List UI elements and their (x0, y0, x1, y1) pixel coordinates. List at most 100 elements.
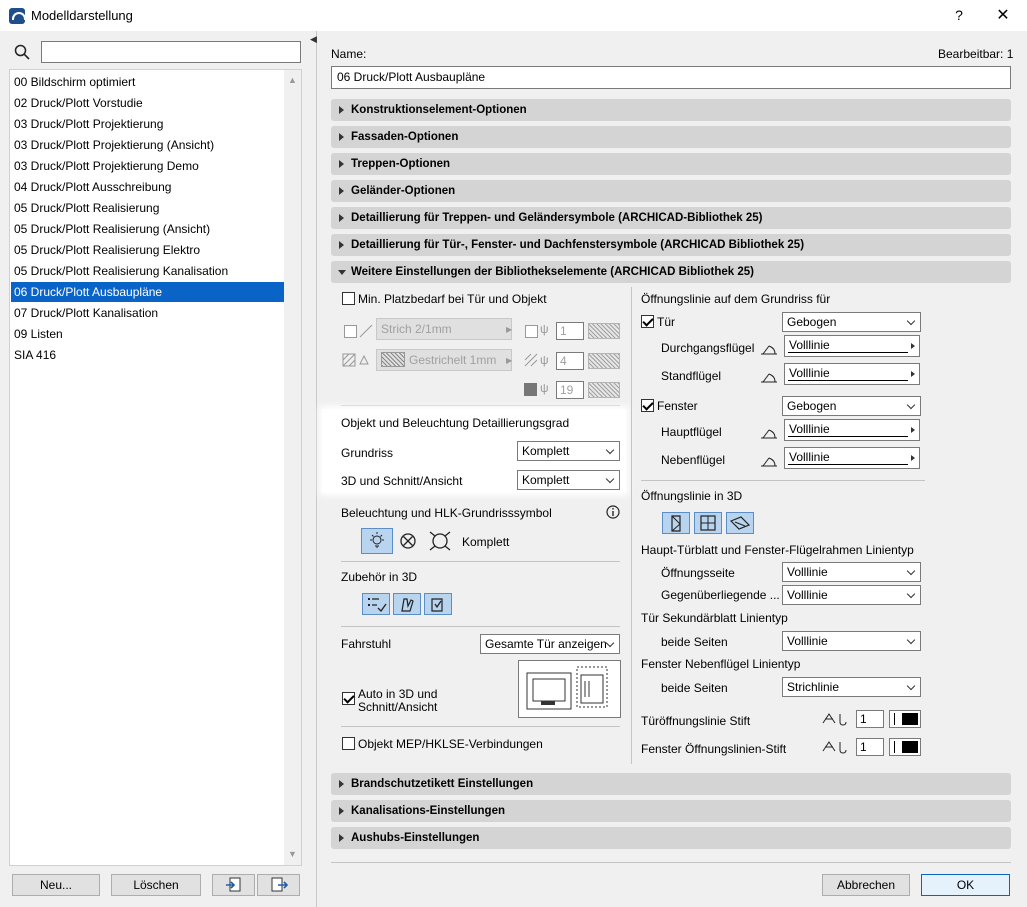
list-scrollbar[interactable]: ▲ ▼ (284, 70, 301, 865)
preset-list-item[interactable]: 06 Druck/Plott Ausbaupläne (11, 282, 284, 302)
opening-arc-icon (761, 457, 777, 467)
section-brandschutz[interactable]: Brandschutzetikett Einstellungen (331, 773, 1011, 795)
fahrstuhl-label: Fahrstuhl (341, 637, 392, 651)
preset-list-item[interactable]: 05 Druck/Plott Realisierung (11, 198, 284, 218)
pen-color-3-icon[interactable] (588, 382, 620, 398)
name-field[interactable]: 06 Druck/Plott Ausbaupläne (331, 66, 1011, 89)
section-aushub[interactable]: Aushubs-Einstellungen (331, 827, 1011, 849)
lighting-cross-icon[interactable] (399, 532, 417, 550)
section-gelaender[interactable]: Geländer-Optionen (331, 180, 1011, 202)
preset-list-item[interactable]: 05 Druck/Plott Realisierung Elektro (11, 240, 284, 260)
neben-linetype[interactable]: Volllinie (784, 447, 920, 469)
cancel-button[interactable]: Abbrechen (822, 874, 910, 896)
beide-seiten-2-label: beide Seiten (661, 681, 728, 695)
opening-3d-door-button[interactable] (662, 512, 690, 534)
beide-seiten-1-select[interactable]: Volllinie (782, 631, 921, 651)
line-type-1-select[interactable]: Strich 2/1mm (376, 318, 512, 340)
import-button[interactable] (212, 874, 255, 896)
haupt-linetype[interactable]: Volllinie (784, 419, 920, 441)
search-input[interactable] (41, 41, 301, 63)
preset-list-item[interactable]: 03 Druck/Plott Projektierung Demo (11, 156, 284, 176)
pen-1-field[interactable]: 1 (556, 322, 584, 340)
panel-splitter[interactable] (316, 31, 317, 907)
door-pen-color[interactable] (889, 710, 921, 728)
lighting-lamp-icon[interactable] (428, 530, 452, 552)
schnitt-select[interactable]: Komplett (517, 470, 620, 490)
title-bar (0, 0, 1027, 31)
elevator-icon (526, 666, 608, 710)
hatch-fill-icon (342, 353, 369, 367)
door-label: Tür (657, 315, 675, 329)
lighting-on-button[interactable] (361, 528, 393, 554)
door-checkbox[interactable] (641, 315, 654, 328)
info-icon[interactable] (606, 505, 620, 519)
close-button[interactable]: ✕ (990, 3, 1016, 28)
box-check-icon (431, 598, 443, 612)
preset-list-item[interactable]: 07 Druck/Plott Kanalisation (11, 303, 284, 323)
window-opening-select[interactable]: Gebogen (782, 396, 921, 416)
section-treppen[interactable]: Treppen-Optionen (331, 153, 1011, 175)
lighting-value: Komplett (462, 535, 510, 549)
mep-checkbox[interactable] (342, 737, 355, 750)
preset-list-item[interactable]: SIA 416 (11, 345, 284, 365)
door-pen-field[interactable]: 1 (856, 710, 884, 728)
window-checkbox[interactable] (641, 399, 654, 412)
section-kanalisation[interactable]: Kanalisations-Einstellungen (331, 800, 1011, 822)
stand-linetype[interactable]: Volllinie (784, 363, 920, 385)
pen-3-field[interactable]: 19 (556, 381, 584, 399)
section-tuer-fenster-symbole[interactable]: Detaillierung für Tür-, Fenster- und Dac… (331, 234, 1011, 256)
zubehor-hand-button[interactable] (393, 593, 421, 615)
window-pen-color[interactable] (889, 738, 921, 756)
zubehor-object-button[interactable] (424, 593, 452, 615)
section-konstruktionselement[interactable]: Konstruktionselement-Optionen (331, 99, 1011, 121)
section-weitere-einstellungen[interactable]: Weitere Einstellungen der Bibliotheksele… (331, 261, 1011, 283)
opening-3d-window-button[interactable] (694, 512, 722, 534)
delete-button[interactable]: Löschen (111, 874, 201, 896)
window-pen-field[interactable]: 1 (856, 738, 884, 756)
gegen-select[interactable]: Volllinie (782, 585, 921, 605)
preset-list-item[interactable]: 09 Listen (11, 324, 284, 344)
fahrstuhl-select[interactable]: Gesamte Tür anzeigen (480, 634, 620, 654)
preset-list-item[interactable]: 02 Druck/Plott Vorstudie (11, 93, 284, 113)
hatch-small-icon (524, 353, 538, 367)
durchgang-linetype[interactable]: Volllinie (784, 335, 920, 357)
grundriss-select[interactable]: Komplett (517, 441, 620, 461)
opening-3d-skylight-button[interactable] (726, 512, 754, 534)
pen-2-field[interactable]: 4 (556, 352, 584, 370)
pen-line-icon (822, 713, 847, 726)
preset-list-item[interactable]: 05 Druck/Plott Realisierung (Ansicht) (11, 219, 284, 239)
export-button[interactable] (257, 874, 300, 896)
divider (641, 480, 925, 481)
preset-list-item[interactable]: 05 Druck/Plott Realisierung Kanalisation (11, 261, 284, 281)
pen-color-2-icon[interactable] (588, 353, 620, 369)
hand-icon (401, 598, 414, 612)
pen-color-1-icon[interactable] (588, 323, 620, 339)
preset-list-item[interactable]: 00 Bildschirm optimiert (11, 72, 284, 92)
preset-list-item[interactable]: 03 Druck/Plott Projektierung (11, 114, 284, 134)
sekundaer-title: Tür Sekundärblatt Linientyp (641, 611, 788, 625)
opening-plan-title: Öffnungslinie auf dem Grundriss für (641, 292, 831, 306)
offnungsseite-label: Öffnungsseite (661, 566, 735, 580)
preset-list-item[interactable]: 04 Druck/Plott Ausschreibung (11, 177, 284, 197)
divider (341, 726, 620, 727)
help-button[interactable]: ? (946, 3, 972, 28)
new-button[interactable]: Neu... (12, 874, 100, 896)
fill-square-icon (344, 325, 357, 338)
ok-button[interactable]: OK (921, 874, 1010, 896)
line-diagonal-icon (359, 324, 373, 338)
pen-line-icon (822, 741, 847, 754)
min-space-checkbox[interactable] (342, 292, 355, 305)
preset-list-item[interactable]: 03 Druck/Plott Projektierung (Ansicht) (11, 135, 284, 155)
door-opening-select[interactable]: Gebogen (782, 312, 921, 332)
offnungsseite-select[interactable]: Volllinie (782, 562, 921, 582)
zubehor-list-button[interactable] (362, 593, 390, 615)
scroll-up-icon[interactable]: ▲ (288, 76, 297, 85)
collapse-panel-icon[interactable]: ◀ (310, 34, 317, 45)
section-fassaden[interactable]: Fassaden-Optionen (331, 126, 1011, 148)
auto3d-checkbox[interactable] (342, 692, 355, 705)
zubehor-title: Zubehör in 3D (341, 570, 418, 584)
beide-seiten-2-select[interactable]: Strichlinie (782, 677, 921, 697)
scroll-down-icon[interactable]: ▼ (288, 850, 297, 859)
section-treppen-symbole[interactable]: Detaillierung für Treppen- und Geländers… (331, 207, 1011, 229)
durchgang-label: Durchgangsflügel (661, 341, 755, 355)
